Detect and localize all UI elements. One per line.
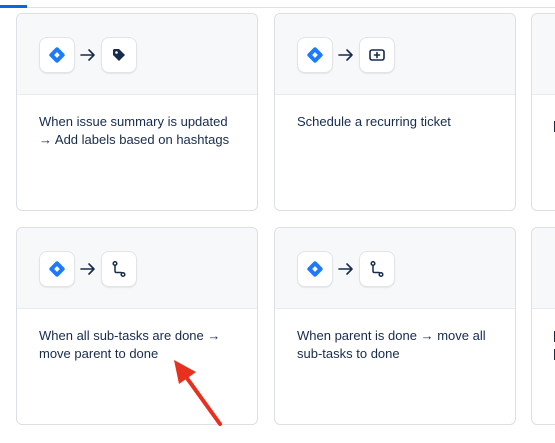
jira-diamond-icon (307, 47, 323, 63)
card-icon-header (275, 14, 515, 95)
jira-diamond-icon (49, 47, 65, 63)
action-icon-box (359, 251, 395, 287)
card-icon-header (532, 228, 555, 309)
arrow-right-icon (338, 49, 353, 61)
trigger-icon-box (39, 37, 75, 73)
action-icon-box (359, 37, 395, 73)
card-icon-header (17, 228, 257, 309)
transition-icon (370, 260, 384, 278)
rule-template-card-partial[interactable] (531, 227, 555, 425)
trigger-icon-box (297, 37, 333, 73)
automation-template-gallery: When issue summary is updated → Add labe… (0, 0, 555, 443)
arrow-right-icon (80, 263, 95, 275)
jira-diamond-icon (49, 261, 65, 277)
card-icon-header (275, 228, 515, 309)
trigger-icon-box (297, 251, 333, 287)
tab-bar-divider (0, 7, 555, 8)
card-icon-header (532, 14, 555, 95)
card-icon-header (17, 14, 257, 95)
rule-template-card[interactable]: When issue summary is updated → Add labe… (16, 13, 258, 211)
create-ticket-icon (369, 49, 385, 61)
arrow-right-icon (338, 263, 353, 275)
active-tab-indicator (0, 5, 27, 8)
transition-icon (112, 260, 126, 278)
trigger-icon-box (39, 251, 75, 287)
arrow-right-icon (80, 49, 95, 61)
rule-template-card[interactable]: When parent is done → move all sub-tasks… (274, 227, 516, 425)
card-description: When issue summary is updated → Add labe… (39, 114, 230, 147)
action-icon-box (101, 251, 137, 287)
annotation-arrow-icon (174, 360, 222, 426)
card-description: Schedule a recurring ticket (297, 114, 451, 129)
tag-icon (113, 49, 125, 61)
card-description: When parent is done → move all sub-tasks… (297, 328, 486, 361)
rule-template-card-partial[interactable] (531, 13, 555, 211)
action-icon-box (101, 37, 137, 73)
rule-template-card[interactable]: Schedule a recurring ticket (274, 13, 516, 211)
jira-diamond-icon (307, 261, 323, 277)
